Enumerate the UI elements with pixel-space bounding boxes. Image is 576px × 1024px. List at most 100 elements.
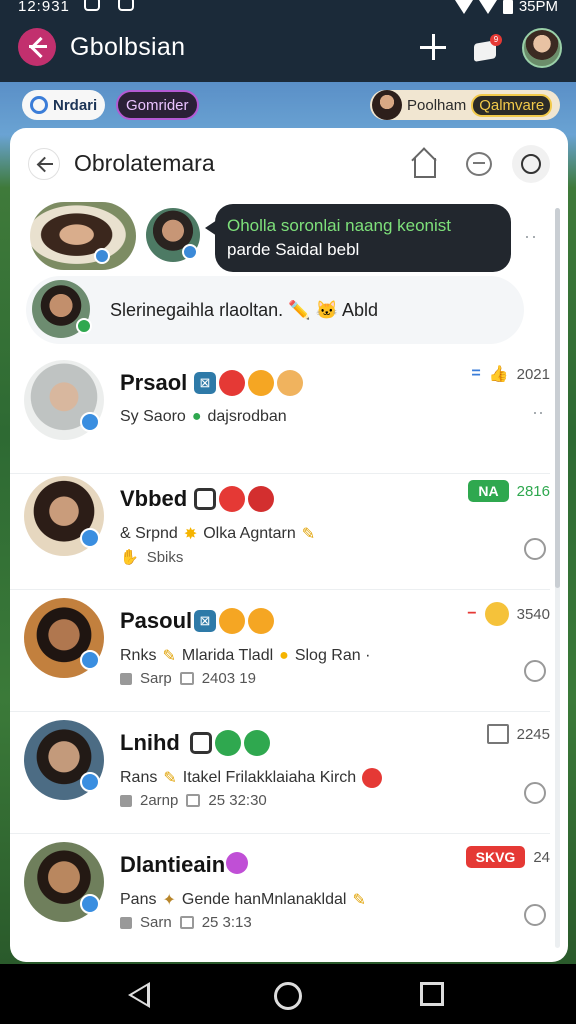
verified-badge bbox=[80, 412, 100, 432]
lock-icon bbox=[120, 916, 132, 929]
chat-bubble-icon[interactable] bbox=[466, 152, 492, 176]
preview-sub: Sarp bbox=[140, 670, 172, 687]
tag-icon bbox=[194, 488, 216, 510]
chat-time: 2816 bbox=[516, 482, 550, 500]
chat-time: 3540 bbox=[516, 605, 550, 623]
emoji-reaction-icon[interactable] bbox=[524, 660, 546, 682]
app-title: Gbolbsian bbox=[70, 33, 186, 61]
chat-name: Lnihd bbox=[120, 730, 180, 755]
chat-meta: NA 2816 bbox=[468, 480, 550, 502]
chip-gomrider[interactable]: Gomrider bbox=[116, 90, 199, 120]
emoji-icon bbox=[219, 370, 245, 396]
preview-text: Slog Ran · bbox=[294, 647, 371, 664]
chat-name: Dlantieain bbox=[120, 852, 226, 877]
chat-name: Prsaol bbox=[120, 370, 188, 395]
emoji-reaction-icon[interactable] bbox=[524, 782, 546, 804]
verified-badge bbox=[80, 650, 100, 670]
chip-label: Nrdari bbox=[53, 96, 98, 114]
chat-row[interactable]: Vbbed & Srpnd ✸ Olka Agntarn ✎ ✋ Sbiks N… bbox=[10, 468, 550, 590]
emoji-icon: ● bbox=[279, 647, 289, 664]
verified-badge bbox=[80, 894, 100, 914]
chat-sub: Sarn 25 3:13 bbox=[120, 914, 252, 931]
more-dots-icon[interactable]: ·· bbox=[532, 402, 544, 423]
signal-icon bbox=[454, 0, 473, 14]
pencil-icon: ✎ bbox=[163, 770, 177, 787]
name-icons bbox=[190, 730, 270, 756]
app-notification-icon bbox=[118, 0, 134, 11]
preview-sub: Sarn bbox=[140, 914, 172, 931]
profile-avatar[interactable] bbox=[522, 28, 562, 68]
emoji-icon bbox=[248, 608, 274, 634]
nav-back-icon[interactable] bbox=[128, 982, 150, 1008]
card-title: Obrolatemara bbox=[74, 150, 215, 176]
name-icons bbox=[194, 486, 274, 512]
scrollbar-thumb[interactable] bbox=[555, 208, 560, 588]
chip-poolham[interactable]: Poolham Qalmvare bbox=[370, 90, 561, 120]
verified-badge bbox=[80, 772, 100, 792]
preview-sender: Pans bbox=[120, 891, 157, 908]
emoji-icon: ✦ bbox=[162, 892, 176, 909]
verified-badge bbox=[80, 528, 100, 548]
thumbs-up-icon[interactable]: 👍 bbox=[489, 364, 509, 384]
minus-icon: − bbox=[467, 605, 477, 622]
more-circle-icon[interactable] bbox=[512, 145, 550, 183]
pencil-icon: ✎ bbox=[162, 648, 176, 665]
avatar bbox=[372, 90, 402, 120]
emoji-icon: ✎ bbox=[301, 526, 316, 543]
chat-meta: 2245 bbox=[486, 724, 550, 744]
preview-text: Itakel Frilakklaiaha Kirch bbox=[182, 769, 357, 786]
preview-text: dajsrodban bbox=[207, 408, 287, 425]
leaf-icon: ● bbox=[191, 408, 202, 425]
calendar-icon bbox=[179, 672, 194, 685]
preview-text: Gende hanMnlanakldal bbox=[181, 891, 347, 908]
chat-row[interactable]: Pasoul ⊠ Rnks ✎ Mlarida Tladl ● Slog Ran… bbox=[10, 590, 550, 712]
system-nav-bar bbox=[0, 964, 576, 1024]
preview-text: Olka Agntarn bbox=[203, 525, 296, 542]
status-time: 12:931 bbox=[18, 0, 70, 15]
chat-row[interactable]: Dlantieain Pans ✦ Gende hanMnlanakldal ✎… bbox=[10, 834, 550, 956]
app-notification-icon bbox=[84, 0, 100, 11]
heart-icon bbox=[226, 852, 248, 874]
status-right: 35PM bbox=[454, 0, 558, 15]
back-button[interactable] bbox=[18, 28, 56, 66]
back-arrow-icon[interactable] bbox=[28, 148, 60, 180]
nav-recents-icon[interactable] bbox=[420, 982, 444, 1006]
chip-label: Gomrider bbox=[126, 96, 189, 114]
verified-badge bbox=[182, 244, 198, 260]
notification-badge: 9 bbox=[490, 34, 502, 46]
message-bubble[interactable]: Oholla soronlai naang keonist parde Said… bbox=[205, 204, 511, 272]
calendar-icon bbox=[179, 916, 194, 929]
story-avatar[interactable] bbox=[30, 202, 136, 270]
name-icons: ⊠ bbox=[194, 370, 303, 396]
chat-row[interactable]: Lnihd Rans ✎ Itakel Frilakklaiaha Kirch … bbox=[10, 712, 550, 834]
emoji-icon bbox=[244, 730, 270, 756]
notifications-button[interactable]: 9 bbox=[472, 34, 502, 62]
emoji-icon bbox=[484, 602, 509, 626]
emoji-reaction-icon[interactable] bbox=[524, 904, 546, 926]
status-clock: 35PM bbox=[518, 0, 558, 15]
chat-preview: & Srpnd ✸ Olka Agntarn ✎ bbox=[120, 524, 315, 544]
status-badge: Qalmvare bbox=[471, 93, 553, 117]
emoji-reaction-icon[interactable] bbox=[524, 538, 546, 560]
preview-sender: Rnks bbox=[120, 647, 157, 664]
calendar-icon bbox=[186, 794, 201, 807]
more-dots-icon[interactable]: ·· bbox=[524, 226, 538, 247]
chat-preview: Pans ✦ Gende hanMnlanakldal ✎ bbox=[120, 890, 366, 910]
add-icon[interactable] bbox=[420, 34, 446, 60]
emoji-icon bbox=[277, 370, 303, 396]
chat-name: Vbbed bbox=[120, 486, 188, 511]
preview-date: 2403 19 bbox=[201, 670, 256, 687]
typing-text: Slerinegaihla rlaoltan. ✏️ 🐱 Abld bbox=[110, 300, 378, 320]
chat-sub: 2arnp 25 32:30 bbox=[120, 792, 267, 809]
tag-icon bbox=[190, 732, 212, 754]
sparkle-icon: ✸ bbox=[183, 526, 198, 543]
tag-icon: ⊠ bbox=[194, 610, 216, 632]
preview-sender: & Srpnd bbox=[120, 525, 178, 542]
home-icon[interactable] bbox=[408, 148, 440, 180]
chat-preview: Rnks ✎ Mlarida Tladl ● Slog Ran · bbox=[120, 646, 370, 666]
name-icons: ⊠ bbox=[194, 608, 274, 634]
nav-home-icon[interactable] bbox=[274, 982, 302, 1010]
chip-nrdari[interactable]: Nrdari bbox=[22, 90, 106, 120]
apple-icon bbox=[248, 486, 274, 512]
chat-row[interactable]: Prsaol ⊠ Sy Saoro ● dajsrodban = 👍 2021 … bbox=[10, 352, 550, 474]
